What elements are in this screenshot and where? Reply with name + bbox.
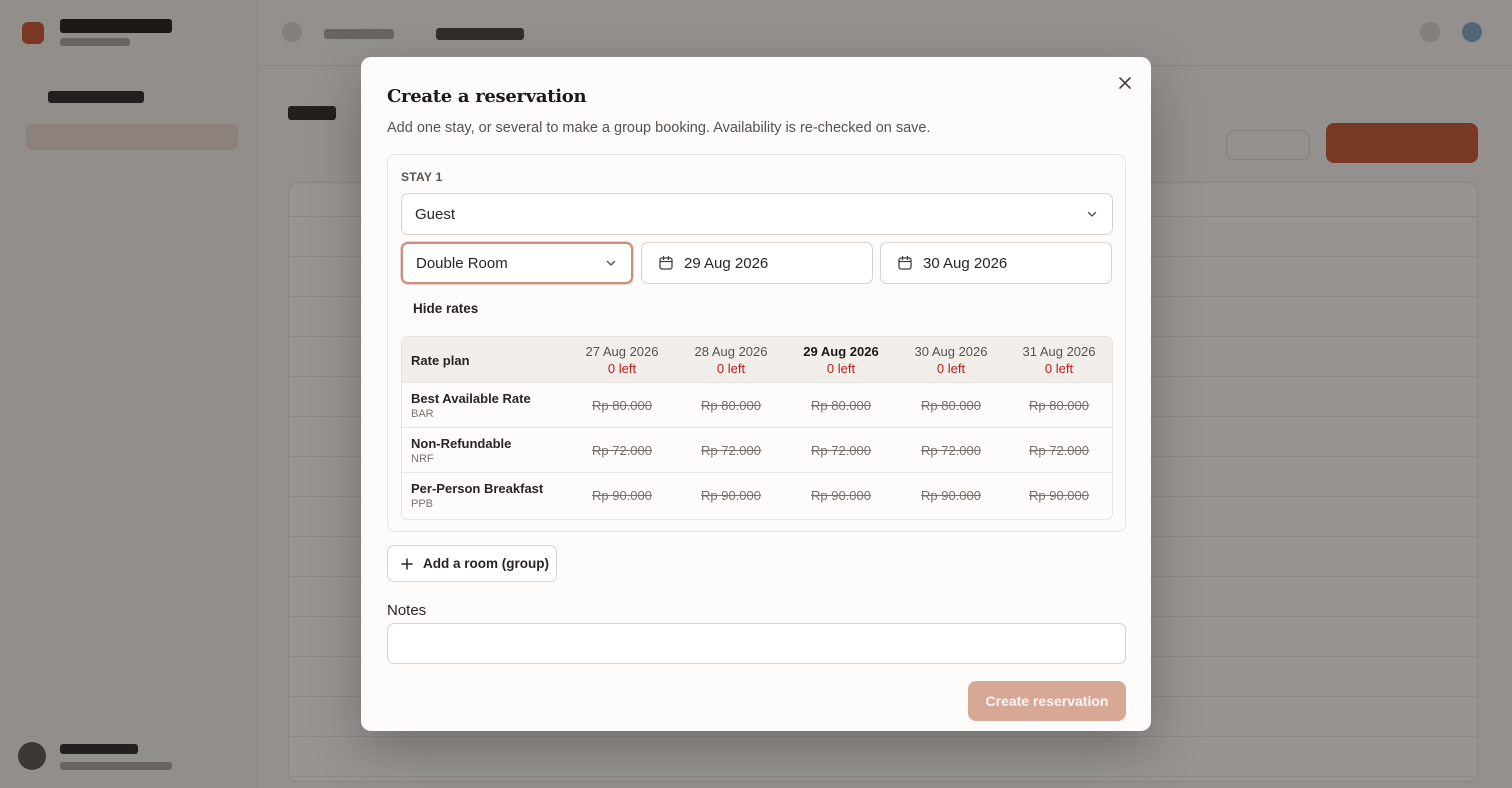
check-in-date-value: 29 Aug 2026 [684, 254, 769, 272]
rate-table-header: Rate plan 27 Aug 2026 0 left 28 Aug 2026… [402, 337, 1112, 383]
rate-price: Rp 72.000 [592, 443, 652, 458]
stay-label: STAY 1 [401, 170, 443, 184]
guest-select[interactable]: Guest [401, 193, 1113, 235]
notes-label: Notes [387, 602, 427, 619]
chevron-down-icon [606, 260, 616, 266]
rate-plan-name: Non-Refundable [411, 436, 512, 451]
chevron-down-icon [1087, 211, 1097, 217]
availability-label: 0 left [607, 361, 637, 376]
rate-price: Rp 90.000 [1029, 488, 1089, 503]
rate-price: Rp 80.000 [592, 398, 652, 413]
create-reservation-dialog: Create a reservation Add one stay, or se… [361, 57, 1151, 731]
date-column-header: 31 Aug 2026 0 left [1004, 344, 1112, 376]
date-column-header: 30 Aug 2026 0 left [896, 344, 1006, 376]
rate-price: Rp 80.000 [701, 398, 761, 413]
check-in-date-field[interactable]: 29 Aug 2026 [641, 242, 873, 284]
date-label: 28 Aug 2026 [694, 344, 768, 359]
rate-plan-row: Non-Refundable NRF Rp 72.000 Rp 72.000 R… [402, 428, 1112, 473]
dialog-title: Create a reservation [387, 86, 587, 107]
rate-plan-header: Rate plan [411, 353, 470, 368]
rate-price: Rp 80.000 [1029, 398, 1089, 413]
hide-rates-button[interactable]: Hide rates [413, 301, 478, 316]
rate-price: Rp 80.000 [921, 398, 981, 413]
check-out-date-field[interactable]: 30 Aug 2026 [880, 242, 1112, 284]
rate-plan-code: NRF [411, 453, 434, 465]
rate-price: Rp 72.000 [811, 443, 871, 458]
dialog-description: Add one stay, or several to make a group… [387, 120, 931, 136]
date-column-header-selected: 29 Aug 2026 0 left [786, 344, 896, 376]
rate-price: Rp 80.000 [811, 398, 871, 413]
availability-label: 0 left [716, 361, 746, 376]
availability-label: 0 left [1044, 361, 1074, 376]
rate-price: Rp 90.000 [921, 488, 981, 503]
rate-price: Rp 72.000 [701, 443, 761, 458]
date-label: 31 Aug 2026 [1022, 344, 1096, 359]
rate-plan-code: BAR [411, 408, 434, 420]
rate-price: Rp 90.000 [811, 488, 871, 503]
rate-plan-row: Per-Person Breakfast PPB Rp 90.000 Rp 90… [402, 473, 1112, 518]
rate-plan-name: Best Available Rate [411, 391, 531, 406]
rate-price: Rp 72.000 [921, 443, 981, 458]
room-type-value: Double Room [416, 254, 508, 272]
add-room-group-label: Add a room (group) [423, 556, 549, 571]
close-button[interactable] [1113, 71, 1137, 95]
rate-plan-code: PPB [411, 498, 434, 510]
rate-price: Rp 90.000 [592, 488, 652, 503]
availability-label: 0 left [826, 361, 856, 376]
date-label: 29 Aug 2026 [803, 344, 879, 359]
rate-price: Rp 72.000 [1029, 443, 1089, 458]
date-label: 30 Aug 2026 [914, 344, 988, 359]
date-column-header: 28 Aug 2026 0 left [676, 344, 786, 376]
availability-label: 0 left [936, 361, 966, 376]
room-type-select[interactable]: Double Room [401, 242, 633, 284]
calendar-icon [658, 255, 674, 271]
date-column-header: 27 Aug 2026 0 left [567, 344, 677, 376]
rate-table: Rate plan 27 Aug 2026 0 left 28 Aug 2026… [401, 336, 1113, 520]
check-out-date-value: 30 Aug 2026 [923, 254, 1008, 272]
calendar-icon [897, 255, 913, 271]
add-room-group-button[interactable]: Add a room (group) [387, 545, 557, 582]
plus-icon [401, 557, 413, 570]
create-reservation-button[interactable]: Create reservation [968, 681, 1126, 721]
close-icon [1119, 77, 1131, 89]
guest-select-value: Guest [415, 205, 456, 223]
stay-card: STAY 1 Guest Double Room 29 Aug 2026 30 … [387, 154, 1126, 532]
notes-input[interactable] [387, 623, 1126, 664]
rate-plan-name: Per-Person Breakfast [411, 481, 544, 496]
rate-plan-row: Best Available Rate BAR Rp 80.000 Rp 80.… [402, 383, 1112, 428]
rate-price: Rp 90.000 [701, 488, 761, 503]
date-label: 27 Aug 2026 [585, 344, 659, 359]
